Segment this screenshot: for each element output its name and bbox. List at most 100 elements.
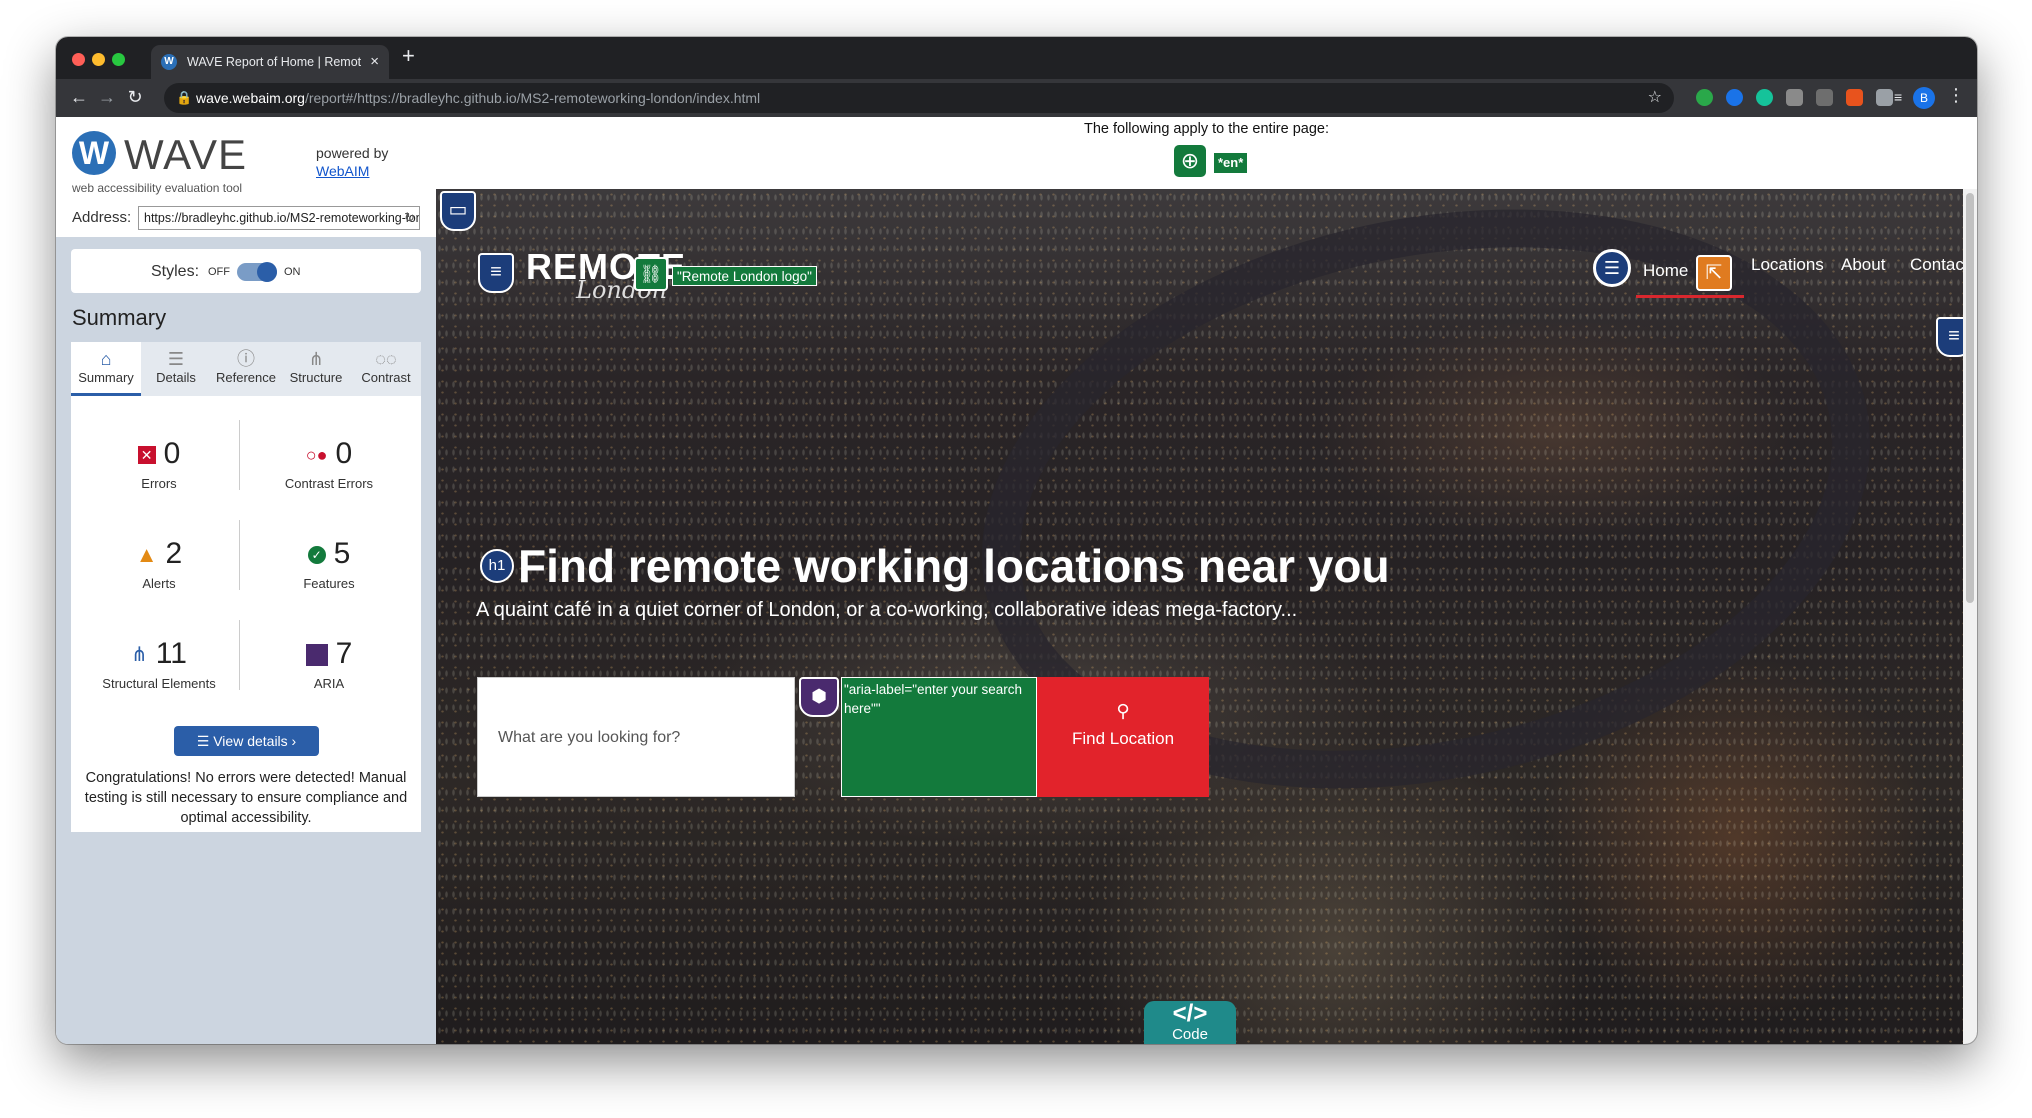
divider — [239, 620, 240, 690]
hierarchy-icon: ⋔ — [308, 349, 324, 369]
extension-blue-icon[interactable] — [1726, 89, 1743, 106]
navigation-list-icon[interactable]: ☰ — [1593, 249, 1631, 287]
profile-avatar[interactable]: B — [1913, 87, 1935, 109]
contrast-errors-count: 0 — [335, 437, 353, 470]
info-icon: ⓘ — [237, 349, 255, 369]
stat-errors[interactable]: ✕ 0 Errors — [79, 436, 239, 491]
stat-alerts[interactable]: ▲ 2 Alerts — [79, 536, 239, 591]
find-location-button[interactable]: ⚲ Find Location — [1037, 677, 1209, 797]
nav-about[interactable]: About — [1841, 255, 1885, 275]
address-input[interactable]: https://bradleyhc.github.io/MS2-remotewo… — [138, 206, 420, 230]
feature-check-icon: ✓ — [307, 546, 326, 565]
find-location-label: Find Location — [1071, 729, 1175, 748]
aria-label: ARIA — [313, 676, 345, 691]
structural-count: 11 — [155, 637, 187, 670]
wave-sidebar: W WAVE web accessibility evaluation tool… — [56, 117, 436, 1044]
code-toggle-tab[interactable]: </> Code — [1144, 1001, 1236, 1044]
address-row: Address: https://bradleyhc.github.io/MS2… — [56, 199, 436, 237]
evaluated-page: The following apply to the entire page: … — [436, 117, 1977, 1044]
lock-icon: 🔒 — [176, 90, 193, 105]
toggle-knob — [257, 262, 277, 282]
stat-features[interactable]: ✓ 5 Features — [249, 536, 409, 591]
extension-gray-icon[interactable] — [1786, 89, 1803, 106]
tab-reference[interactable]: ⓘ Reference — [211, 342, 281, 396]
stat-structural[interactable]: ⋔ 11 Structural Elements — [79, 636, 239, 691]
browser-menu-icon[interactable]: ⋮ — [1947, 85, 1965, 106]
linked-image-icon[interactable]: ⛓ — [634, 257, 668, 291]
reload-icon[interactable]: ↻ — [124, 87, 146, 108]
tab-contrast-label: Contrast — [361, 370, 411, 385]
tab-reference-label: Reference — [216, 370, 276, 385]
maximize-window-button[interactable] — [112, 53, 125, 66]
wave-header: W WAVE web accessibility evaluation tool… — [56, 117, 436, 199]
language-tag: *en* — [1214, 153, 1248, 173]
tab-summary[interactable]: ⌂ Summary — [71, 342, 141, 396]
search-input[interactable]: What are you looking for? — [477, 677, 795, 797]
scrollbar-thumb[interactable] — [1966, 193, 1974, 603]
nav-contact[interactable]: Contact — [1910, 255, 1969, 275]
extension-evernote-icon[interactable] — [1696, 89, 1713, 106]
errors-label: Errors — [141, 476, 177, 491]
structural-label: Structural Elements — [102, 676, 216, 691]
view-details-button[interactable]: ☰ View details › — [174, 726, 319, 756]
styles-off-label: OFF — [208, 266, 230, 278]
stat-contrast-errors[interactable]: ○● 0 Contrast Errors — [249, 436, 409, 491]
aria-label-tag-icon[interactable]: ⬢ — [799, 677, 839, 717]
features-label: Features — [303, 576, 355, 591]
redundant-link-icon[interactable]: ⇱ — [1696, 255, 1732, 291]
address-bar[interactable]: 🔒 wave.webaim.org/report#/https://bradle… — [164, 83, 1674, 113]
hero-title: Find remote working locations near you — [518, 540, 1390, 592]
nav-locations[interactable]: Locations — [1751, 255, 1824, 275]
reading-list-icon[interactable]: ≡ — [1894, 89, 1911, 106]
close-window-button[interactable] — [72, 53, 85, 66]
tab-contrast[interactable]: ◌◌ Contrast — [351, 342, 421, 396]
list-icon: ☰ — [167, 349, 185, 369]
styles-label: Styles: — [151, 263, 200, 280]
summary-card: ✕ 0 Errors ○● 0 Contrast Errors ▲ 2 Alerts … — [71, 396, 421, 832]
banner-region-icon[interactable]: ≡ — [478, 253, 514, 293]
divider — [239, 420, 240, 490]
code-icon: </> — [1172, 1000, 1208, 1027]
heading-h1-icon[interactable]: h1 — [480, 549, 514, 583]
page-scrollbar[interactable] — [1963, 189, 1977, 1044]
page-level-banner: The following apply to the entire page: … — [436, 117, 1977, 189]
header-region-icon[interactable]: ▭ — [440, 191, 476, 231]
wave-wordmark: WAVE — [124, 131, 248, 178]
bookmark-star-icon[interactable]: ☆ — [1648, 83, 1662, 113]
error-icon: ✕ — [137, 446, 156, 465]
contrast-errors-label: Contrast Errors — [284, 476, 374, 491]
language-globe-icon[interactable]: ⊕ — [1174, 145, 1206, 177]
refresh-icon[interactable]: ↻ — [404, 207, 415, 229]
alerts-label: Alerts — [142, 576, 176, 591]
extension-grammarly-icon[interactable] — [1756, 89, 1773, 106]
extensions-puzzle-icon[interactable] — [1876, 89, 1893, 106]
page-banner-text: The following apply to the entire page: — [1083, 121, 1330, 137]
list-icon: ☰ — [196, 733, 214, 749]
browser-tab[interactable]: W WAVE Report of Home | Remot × — [151, 45, 389, 79]
active-nav-underline — [1636, 295, 1744, 298]
back-arrow-icon[interactable]: ← — [68, 87, 90, 108]
hero-subtitle: A quaint café in a quiet corner of Londo… — [476, 599, 1298, 621]
styles-toggle-box: Styles: OFF ON — [71, 249, 421, 293]
extension-off-icon[interactable] — [1846, 89, 1863, 106]
styles-toggle[interactable] — [237, 262, 277, 282]
webaim-link[interactable]: WebAIM — [316, 163, 369, 179]
home-icon: ⌂ — [100, 349, 112, 369]
close-tab-icon[interactable]: × — [370, 45, 379, 79]
new-tab-button[interactable]: + — [402, 43, 415, 69]
view-details-label: View details › — [213, 733, 297, 749]
nav-home[interactable]: Home — [1643, 261, 1688, 281]
alerts-count: 2 — [165, 537, 183, 570]
address-label: Address: — [72, 209, 132, 226]
code-tab-label: Code — [1172, 1026, 1208, 1043]
logo-alt-text-tag: "Remote London logo" — [672, 266, 817, 286]
tab-structure-label: Structure — [289, 370, 343, 385]
forward-arrow-icon[interactable]: → — [96, 87, 118, 108]
features-count: 5 — [333, 537, 351, 570]
divider — [239, 520, 240, 590]
extension-wc-icon[interactable] — [1816, 89, 1833, 106]
tab-structure[interactable]: ⋔ Structure — [281, 342, 351, 396]
minimize-window-button[interactable] — [92, 53, 105, 66]
tab-details[interactable]: ☰ Details — [141, 342, 211, 396]
stat-aria[interactable]: 7 ARIA — [249, 636, 409, 691]
